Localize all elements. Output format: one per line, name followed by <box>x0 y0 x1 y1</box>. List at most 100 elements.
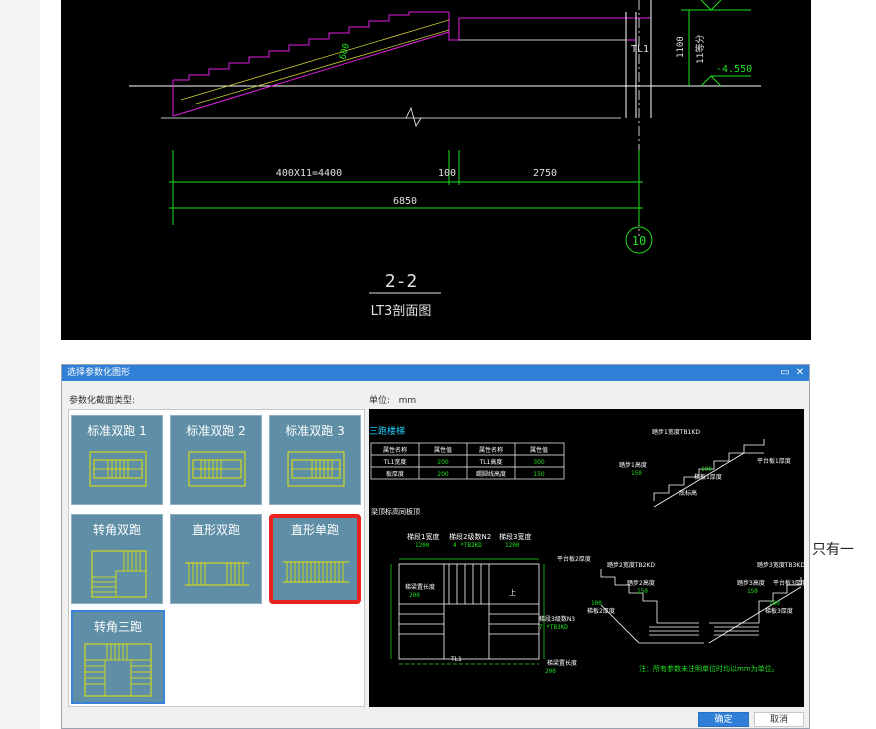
table-cell: 200 <box>437 459 449 466</box>
table-cell: 300 <box>533 459 545 466</box>
table-cell: 150 <box>533 471 545 478</box>
preview-subtitle: 梁顶标高同板顶 <box>371 507 420 516</box>
tr-tread-label: 踏步1宽度TB1KD <box>652 428 700 436</box>
tr-height-label: 踏步1高度 <box>619 461 647 469</box>
br-height-label: 踏步3高度 <box>737 579 765 587</box>
axis-label: 10 <box>632 234 646 248</box>
step1-width-val: 1200 <box>415 542 430 549</box>
table-header: 属性值 <box>530 446 548 454</box>
tl1-label: TL1 <box>631 44 649 55</box>
left-length-val: 200 <box>409 592 420 599</box>
stair-yellow-slope-2 <box>195 29 450 105</box>
br-tread-label: 踏步3宽度TB3KD <box>757 561 804 569</box>
stair-plan-icon <box>185 562 249 586</box>
preview-title: 三跑楼梯 <box>369 425 405 437</box>
step1-width-label: 梯段1宽度 <box>407 532 439 541</box>
tile-standard-double-2[interactable]: 标准双跑 2 <box>170 415 262 505</box>
stair-plan-icon <box>91 550 147 598</box>
bl-height-val: 150 <box>637 588 648 595</box>
tr-beam-label: 底标高 <box>679 489 697 497</box>
tr-landing-label: 平台板1厚度 <box>757 457 791 465</box>
stair-plan-icon <box>283 561 349 583</box>
br-slab-label: 梯板3厚度 <box>765 607 793 615</box>
table-header: 属性值 <box>434 446 452 454</box>
bl-landing-label: 平台板2厚度 <box>557 555 591 563</box>
step3-width-val: 1200 <box>505 542 520 549</box>
maximize-icon[interactable]: ▭ <box>779 367 791 379</box>
ok-button[interactable]: 确定 <box>698 712 749 727</box>
beam-tl1 <box>625 12 637 41</box>
stair-plan-icon <box>89 451 147 487</box>
br-height-val: 150 <box>747 588 758 595</box>
close-icon[interactable]: ✕ <box>794 367 806 379</box>
dim-600-text: 600 <box>338 42 352 60</box>
tile-straight-single[interactable]: 直形单跑 <box>269 514 361 604</box>
left-length-label: 梯梁置长度 <box>405 583 435 591</box>
preview-svg: 三跑楼梯 属性名称 属性值 属性名称 属性值 TL1宽度 200 TL1高度 3… <box>369 425 807 675</box>
dim-100-text: 100 <box>438 168 456 179</box>
level-mark-top <box>700 0 722 11</box>
stair-plan-icon <box>84 643 152 697</box>
section-type-label: 参数化截面类型: <box>69 396 136 406</box>
level-label: -4.550 <box>716 64 752 75</box>
bl-slab-val: 100 <box>591 600 602 607</box>
tile-standard-double-1[interactable]: 标准双跑 1 <box>71 415 163 505</box>
section-view-top <box>653 439 765 508</box>
plan-tl-label: TL1 <box>450 656 462 663</box>
dialog-titlebar[interactable]: 选择参数化图形 ▭ ✕ <box>62 365 809 381</box>
tile-corner-triple[interactable]: 转角三跑 <box>71 610 165 704</box>
table-header: 属性名称 <box>383 446 407 454</box>
step3-count-val: 7 *TB3KD <box>539 624 568 631</box>
table-cell: 200 <box>437 471 449 478</box>
tr-height-val: 150 <box>631 470 642 477</box>
side-text: 只有一 <box>812 542 854 558</box>
table-cell: 踢脚线高度 <box>476 470 506 478</box>
plan-view <box>398 563 540 660</box>
table-cell: 板厚度 <box>386 470 404 478</box>
step2-count-val: 4 *TB2KD <box>453 542 482 549</box>
cad-drawing: 400X11=4400 100 2750 6850 600 TL1 1100 1… <box>61 0 811 340</box>
stair-bottom-slope <box>172 31 450 117</box>
bl-slab-label: 梯板2厚度 <box>587 607 615 615</box>
tr-slab-val: 100 <box>701 466 712 473</box>
landing-outline <box>448 12 652 41</box>
step3-count-label: 梯段3级数N3 <box>539 615 575 623</box>
left-sidebar <box>0 0 40 729</box>
shape-type-list: 标准双跑 1 标准双跑 2 标准双跑 3 转角双跑 直形双跑 直形单跑 转角三跑 <box>68 409 365 707</box>
br-landing-label: 平台板3厚度 <box>773 579 804 587</box>
right-length-label: 梯梁置长度 <box>547 659 577 667</box>
level-mark-bottom <box>700 75 722 87</box>
section-title: 2-2 <box>385 271 418 292</box>
bl-height-label: 踏步2高度 <box>627 579 655 587</box>
table-cell: TL1宽度 <box>383 458 407 466</box>
tile-standard-double-3[interactable]: 标准双跑 3 <box>269 415 361 505</box>
tile-corner-double[interactable]: 转角双跑 <box>71 514 163 604</box>
stair-plan-icon <box>287 451 345 487</box>
param-shape-dialog: 选择参数化图形 ▭ ✕ 参数化截面类型: 单位: mm 标准双跑 1 标准双跑 … <box>61 364 810 729</box>
shape-preview: 三跑楼梯 属性名称 属性值 属性名称 属性值 TL1宽度 200 TL1高度 3… <box>369 409 807 707</box>
bl-tread-label: 踏步2宽度TB2KD <box>607 561 655 569</box>
right-length-val: 200 <box>545 668 556 675</box>
br-slab-val: 100 <box>769 600 780 607</box>
dialog-title: 选择参数化图形 <box>67 368 131 378</box>
tr-slab-label: 梯板1厚度 <box>694 473 722 481</box>
break-mark <box>405 106 422 127</box>
unit-label: 单位: mm <box>369 396 417 406</box>
step3-width-label: 梯段3宽度 <box>499 532 531 541</box>
cancel-button[interactable]: 取消 <box>754 712 804 727</box>
table-cell: TL1高度 <box>479 458 503 466</box>
dim-run-text: 400X11=4400 <box>276 168 342 179</box>
dim-total-text: 6850 <box>393 196 417 207</box>
stair-plan-icon <box>188 451 246 487</box>
stair-yellow-slope-1 <box>180 19 450 101</box>
table-header: 属性名称 <box>479 446 503 454</box>
preview-note: 注：所有参数未注明单位时均以mm为单位。 <box>639 664 779 673</box>
up-label: 上 <box>509 588 516 597</box>
stair-steps-top <box>173 11 449 81</box>
dim-11-steps-text: 11等分 <box>694 35 706 64</box>
tile-straight-double[interactable]: 直形双跑 <box>170 514 262 604</box>
cad-section-svg: 400X11=4400 100 2750 6850 600 TL1 1100 1… <box>129 0 761 319</box>
dim-1100-text: 1100 <box>676 36 686 58</box>
section-subtitle: LT3剖面图 <box>371 304 432 319</box>
dim-landing-text: 2750 <box>533 168 557 179</box>
